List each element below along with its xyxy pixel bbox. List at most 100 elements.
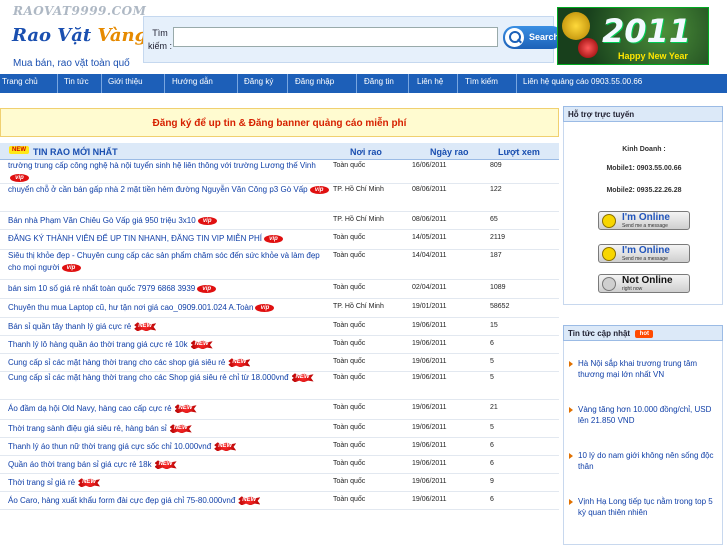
listing-title-link[interactable]: Thời trang sỉ giá rẻ NEW bbox=[8, 477, 330, 489]
row-views: 58652 bbox=[490, 303, 510, 310]
listing-title-link[interactable]: Bán nhà Phạm Văn Chiêu Gò Vấp giá 950 tr… bbox=[8, 215, 330, 227]
listing-title-link[interactable]: Siêu thị khỏe đẹp - Chuyên cung cấp các … bbox=[8, 250, 330, 274]
nav-item-about[interactable]: Giới thiệu bbox=[108, 77, 143, 86]
table-row[interactable]: Áo Caro, hàng xuất khẩu form đài cực đẹp… bbox=[0, 492, 559, 510]
listing-title-link[interactable]: Chuyên thu mua Laptop cũ, hư tận nơi giá… bbox=[8, 302, 330, 314]
banner-year: 2011 bbox=[602, 12, 692, 50]
listing-title-link[interactable]: Cung cấp sỉ các mặt hàng thời trang cho … bbox=[8, 357, 330, 369]
row-date: 19/06/2011 bbox=[412, 340, 447, 347]
listing-title-link[interactable]: Cung cấp sỉ các mặt hàng thời trang cho … bbox=[8, 372, 330, 384]
row-location: Toàn quốc bbox=[333, 234, 366, 241]
logo-domain[interactable]: RAOVAT9999.COM bbox=[13, 4, 146, 18]
news-item[interactable]: Hà Nội sắp khai trương trung tâm thương … bbox=[569, 358, 719, 380]
row-date: 08/06/2011 bbox=[412, 186, 447, 193]
new-badge-icon: NEW bbox=[214, 442, 237, 452]
listing-title-link[interactable]: Bán sỉ quần tây thanh lý giá cực rẻ NEW bbox=[8, 321, 330, 333]
nav-item-search[interactable]: Tìm kiếm bbox=[465, 77, 498, 86]
row-location: Toàn quốc bbox=[333, 322, 366, 329]
nav-item-register[interactable]: Đăng ký bbox=[244, 77, 273, 86]
logo-text-part2: Vàng bbox=[97, 25, 148, 46]
vip-badge-icon: vip bbox=[309, 185, 329, 194]
table-row[interactable]: Cung cấp sỉ các mặt hàng thời trang cho … bbox=[0, 372, 559, 400]
row-location: Toàn quốc bbox=[333, 478, 366, 485]
nav-item-home[interactable]: Trang chủ bbox=[2, 77, 38, 86]
listing-title-link[interactable]: trường trung cấp công nghệ hà nội tuyển … bbox=[8, 160, 330, 184]
nav-item-contact[interactable]: Liên hệ bbox=[417, 77, 443, 86]
new-badge-icon: NEW bbox=[134, 322, 157, 332]
nav-item-ad-contact[interactable]: Liên hệ quảng cáo 0903.55.00.66 bbox=[523, 77, 642, 86]
row-location: Toàn quốc bbox=[333, 404, 366, 411]
new-year-banner[interactable]: 2011 Happy New Year bbox=[557, 7, 709, 65]
new-badge-icon: NEW bbox=[9, 146, 29, 154]
listing-title-link[interactable]: Quần áo thời trang bán sỉ giá cực rẻ 18k… bbox=[8, 459, 330, 471]
table-row[interactable]: Thanh lý lô hàng quần áo thời trang giá … bbox=[0, 336, 559, 354]
listing-title-link[interactable]: chuyển chỗ ở cần bán gấp nhà 2 mặt tiền … bbox=[8, 184, 330, 196]
table-row[interactable]: Quần áo thời trang bán sỉ giá cực rẻ 18k… bbox=[0, 456, 559, 474]
nav-item-guide[interactable]: Hướng dẫn bbox=[172, 77, 213, 86]
messenger-smiley-icon bbox=[602, 247, 616, 261]
site-logo[interactable]: Rao Vặt Vàng bbox=[12, 25, 147, 46]
table-row[interactable]: Thời trang sành điệu giá siêu rẻ, hàng b… bbox=[0, 420, 559, 438]
table-row[interactable]: Thanh lý áo thun nữ thời trang giá cực s… bbox=[0, 438, 559, 456]
status-text: I'm Online bbox=[622, 245, 670, 256]
listing-title-link[interactable]: Thời trang sành điệu giá siêu rẻ, hàng b… bbox=[8, 423, 330, 435]
listing-title-link[interactable]: Áo Caro, hàng xuất khẩu form đài cực đẹp… bbox=[8, 495, 330, 507]
site-header: RAOVAT9999.COM Rao Vặt Vàng Mua bán, rao… bbox=[0, 0, 727, 74]
table-row[interactable]: Thời trang sỉ giá rẻ NEW Toàn quốc 19/06/20… bbox=[0, 474, 559, 492]
news-item[interactable]: Vịnh Hạ Long tiếp tục nằm trong top 5 kỳ… bbox=[569, 496, 719, 518]
table-row[interactable]: ĐĂNG KÝ THÀNH VIÊN ĐỂ UP TIN NHANH, ĐĂNG… bbox=[0, 230, 559, 250]
news-item[interactable]: Vàng tăng hơn 10.000 đồng/chỉ, USD lên 2… bbox=[569, 404, 719, 426]
table-row[interactable]: Bán sỉ quần tây thanh lý giá cực rẻ NEW To… bbox=[0, 318, 559, 336]
messenger-status-online-1[interactable]: I'm Online Send me a message bbox=[598, 211, 690, 230]
search-button[interactable]: Search bbox=[503, 26, 563, 49]
new-badge-icon: NEW bbox=[78, 478, 101, 488]
search-input[interactable] bbox=[173, 27, 498, 47]
banner-text: Happy New Year bbox=[618, 51, 688, 61]
row-location: TP. Hồ Chí Minh bbox=[333, 216, 384, 223]
row-views: 5 bbox=[490, 358, 494, 365]
support-mobile2: Mobile2: 0935.22.26.28 bbox=[606, 187, 682, 194]
table-row[interactable]: Bán nhà Phạm Văn Chiêu Gò Vấp giá 950 tr… bbox=[0, 212, 559, 230]
nav-item-news[interactable]: Tin tức bbox=[64, 77, 89, 86]
row-date: 02/04/2011 bbox=[412, 284, 447, 291]
vip-badge-icon: vip bbox=[10, 173, 29, 182]
table-row[interactable]: chuyển chỗ ở cần bán gấp nhà 2 mặt tiền … bbox=[0, 184, 559, 212]
row-location: Toàn quốc bbox=[333, 460, 366, 467]
nav-item-login[interactable]: Đăng nhập bbox=[295, 77, 334, 86]
messenger-status-offline[interactable]: Not Online right now bbox=[598, 274, 690, 293]
listing-title-link[interactable]: Thanh lý lô hàng quần áo thời trang giá … bbox=[8, 339, 330, 351]
news-item[interactable]: 10 lý do nam giới không nên sống độc thâ… bbox=[569, 450, 719, 472]
listing-title-link[interactable]: ĐĂNG KÝ THÀNH VIÊN ĐỂ UP TIN NHANH, ĐĂNG… bbox=[8, 233, 330, 245]
table-row[interactable]: Áo đầm dạ hội Old Navy, hàng cao cấp cực… bbox=[0, 400, 559, 420]
row-date: 19/01/2011 bbox=[412, 303, 447, 310]
promo-banner[interactable]: Đăng ký để up tin & Đăng banner quảng cá… bbox=[0, 108, 559, 137]
main-content: Đăng ký để up tin & Đăng banner quảng cá… bbox=[0, 108, 559, 545]
row-views: 15 bbox=[490, 322, 498, 329]
listing-title-link[interactable]: Áo đầm dạ hội Old Navy, hàng cao cấp cực… bbox=[8, 403, 330, 415]
vip-badge-icon: vip bbox=[61, 263, 81, 272]
table-row[interactable]: Siêu thị khỏe đẹp - Chuyên cung cấp các … bbox=[0, 250, 559, 280]
bullet-arrow-icon bbox=[569, 499, 573, 505]
listing-title-link[interactable]: Thanh lý áo thun nữ thời trang giá cực s… bbox=[8, 441, 330, 453]
messenger-status-online-2[interactable]: I'm Online Send me a message bbox=[598, 244, 690, 263]
table-row[interactable]: trường trung cấp công nghệ hà nội tuyển … bbox=[0, 160, 559, 184]
bullet-arrow-icon bbox=[569, 361, 573, 367]
col-date: Ngày rao bbox=[430, 147, 469, 157]
row-date: 19/06/2011 bbox=[412, 424, 447, 431]
nav-item-post-ad[interactable]: Đăng tin bbox=[364, 77, 394, 86]
listing-title-link[interactable]: bán sim 10 số giá rẻ nhất toàn quốc 7979… bbox=[8, 283, 330, 295]
table-row[interactable]: bán sim 10 số giá rẻ nhất toàn quốc 7979… bbox=[0, 280, 559, 299]
row-views: 5 bbox=[490, 424, 494, 431]
news-item-text: 10 lý do nam giới không nên sống độc thâ… bbox=[578, 451, 714, 471]
row-location: Toàn quốc bbox=[333, 284, 366, 291]
row-date: 19/06/2011 bbox=[412, 374, 447, 381]
support-mobile1: Mobile1: 0903.55.00.66 bbox=[606, 165, 682, 172]
row-views: 187 bbox=[490, 252, 502, 259]
table-row[interactable]: Chuyên thu mua Laptop cũ, hư tận nơi giá… bbox=[0, 299, 559, 318]
row-location: Toàn quốc bbox=[333, 442, 366, 449]
search-box: Tìm kiếm : Search bbox=[143, 16, 563, 63]
vip-badge-icon: vip bbox=[197, 284, 217, 293]
table-row[interactable]: Cung cấp sỉ các mặt hàng thời trang cho … bbox=[0, 354, 559, 372]
news-title-bar: Tin tức cập nhật hot bbox=[563, 325, 723, 341]
new-badge-icon: NEW bbox=[228, 358, 251, 368]
